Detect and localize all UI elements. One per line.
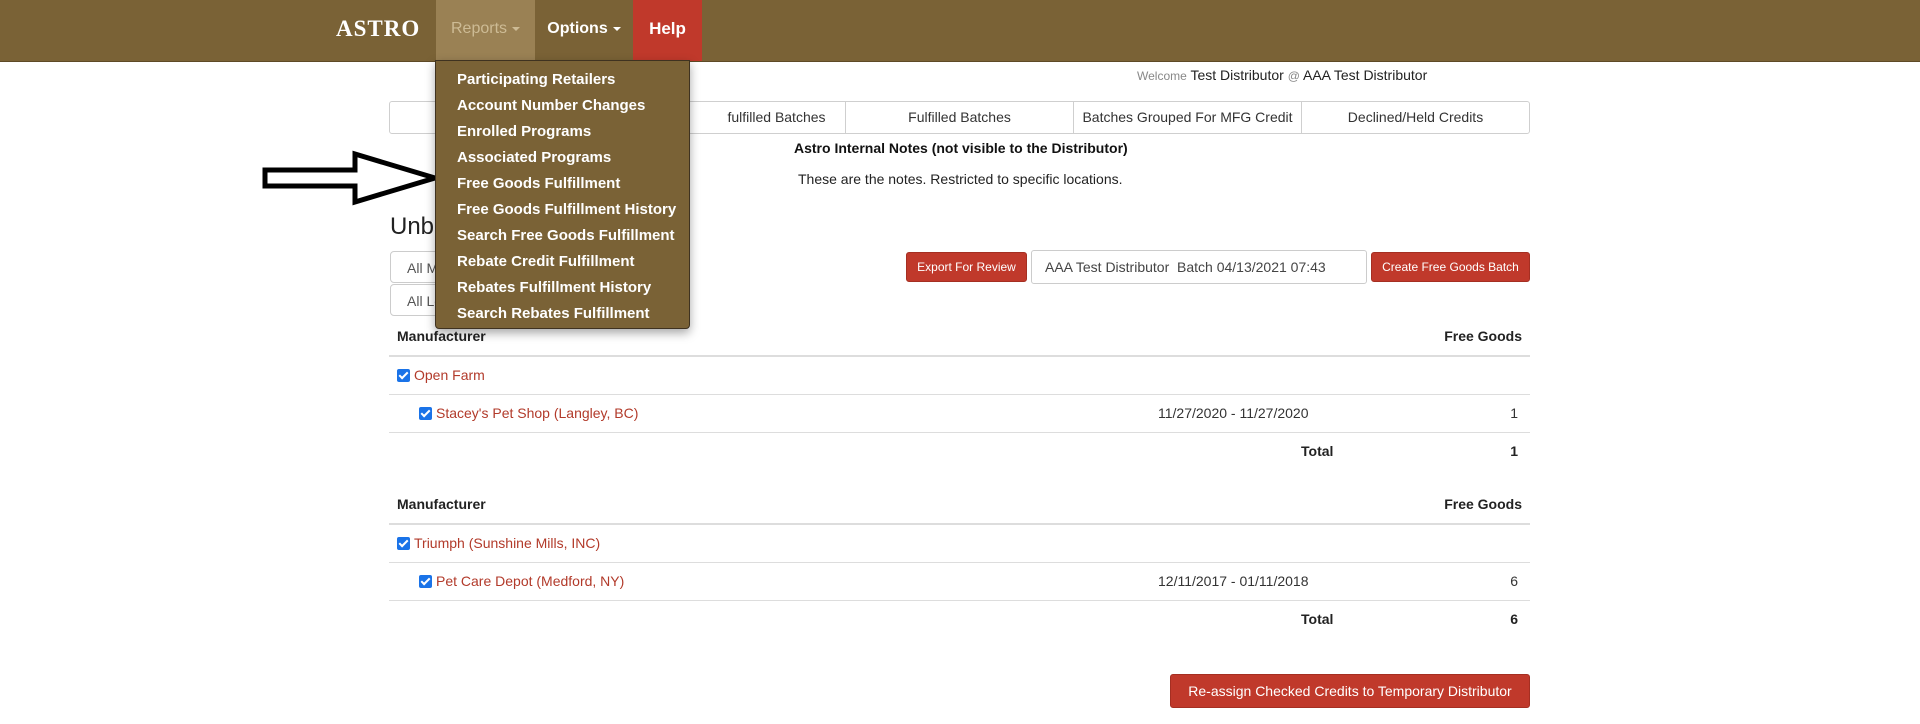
total-label: Total [1301, 611, 1334, 627]
menu-item-free-goods-fulfillment-history[interactable]: Free Goods Fulfillment History [436, 197, 689, 223]
column-header-free-goods: Free Goods [1444, 496, 1522, 512]
retailer-row: Pet Care Depot (Medford, NY) 12/11/2017 … [389, 563, 1530, 601]
menu-item-account-number-changes[interactable]: Account Number Changes [436, 93, 689, 119]
retailer-link[interactable]: Pet Care Depot (Medford, NY) [436, 573, 624, 589]
manufacturer-cell: Triumph (Sunshine Mills, INC) [397, 525, 600, 562]
menu-item-search-rebates-fulfillment[interactable]: Search Rebates Fulfillment [436, 301, 689, 327]
retailer-checkbox[interactable] [419, 574, 432, 588]
chevron-down-icon [612, 26, 621, 31]
tab-fulfilled-batches[interactable]: Fulfilled Batches [845, 101, 1074, 134]
tab-batches-grouped-for-mfg-credit[interactable]: Batches Grouped For MFG Credit [1073, 101, 1302, 134]
total-value: 6 [1510, 611, 1518, 627]
menu-item-associated-programs[interactable]: Associated Programs [436, 145, 689, 171]
retailer-cell: Stacey's Pet Shop (Langley, BC) [419, 395, 638, 432]
manufacturer-cell: Open Farm [397, 357, 485, 394]
total-row: Total 6 [389, 601, 1530, 638]
retailer-row: Stacey's Pet Shop (Langley, BC) 11/27/20… [389, 395, 1530, 433]
internal-notes-text: These are the notes. Restricted to speci… [798, 171, 1123, 187]
nav-options-label: Options [547, 20, 608, 37]
chevron-down-icon [512, 26, 521, 31]
manufacturer-checkbox[interactable] [397, 368, 410, 382]
total-value: 1 [1510, 443, 1518, 459]
top-navbar: ASTRO Reports Options Help [0, 0, 1920, 62]
welcome-user: Test Distributor [1190, 67, 1284, 83]
welcome-company: AAA Test Distributor [1303, 67, 1428, 83]
welcome-label: Welcome [1137, 69, 1187, 83]
tab-declined-held-credits[interactable]: Declined/Held Credits [1301, 101, 1530, 134]
date-range: 11/27/2020 - 11/27/2020 [1158, 405, 1309, 421]
manufacturer-link[interactable]: Open Farm [414, 367, 485, 383]
welcome-text: Welcome Test Distributor @ AAA Test Dist… [1137, 67, 1427, 83]
create-free-goods-batch-button[interactable]: Create Free Goods Batch [1371, 252, 1530, 282]
reassign-credits-button[interactable]: Re-assign Checked Credits to Temporary D… [1170, 674, 1530, 708]
manufacturer-table: Manufacturer Free Goods Open Farm Stacey… [389, 318, 1530, 470]
table-header-row: Manufacturer Free Goods [389, 486, 1530, 525]
reports-dropdown-menu: Participating Retailers Account Number C… [435, 60, 690, 329]
column-header-free-goods: Free Goods [1444, 328, 1522, 344]
menu-item-search-free-goods-fulfillment[interactable]: Search Free Goods Fulfillment [436, 223, 689, 249]
manufacturer-row: Open Farm [389, 357, 1530, 395]
retailer-link[interactable]: Stacey's Pet Shop (Langley, BC) [436, 405, 638, 421]
nav-options-menu[interactable]: Options [535, 0, 633, 61]
menu-item-enrolled-programs[interactable]: Enrolled Programs [436, 119, 689, 145]
total-label: Total [1301, 443, 1334, 459]
arrow-right-icon [262, 150, 442, 206]
welcome-at: @ [1287, 69, 1300, 83]
nav-reports-label: Reports [450, 20, 508, 37]
export-for-review-button[interactable]: Export For Review [906, 252, 1027, 282]
column-header-manufacturer: Manufacturer [397, 496, 486, 512]
menu-item-rebates-fulfillment-history[interactable]: Rebates Fulfillment History [436, 275, 689, 301]
menu-item-free-goods-fulfillment[interactable]: Free Goods Fulfillment [436, 171, 689, 197]
free-goods-count: 6 [1510, 573, 1518, 589]
retailer-cell: Pet Care Depot (Medford, NY) [419, 563, 624, 600]
date-range: 12/11/2017 - 01/11/2018 [1158, 573, 1309, 589]
manufacturer-link[interactable]: Triumph (Sunshine Mills, INC) [414, 535, 600, 551]
menu-item-participating-retailers[interactable]: Participating Retailers [436, 67, 689, 93]
retailer-checkbox[interactable] [419, 406, 432, 420]
nav-reports-menu[interactable]: Reports [436, 0, 535, 61]
brand-logo[interactable]: ASTRO [336, 16, 420, 42]
menu-item-rebate-credit-fulfillment[interactable]: Rebate Credit Fulfillment [436, 249, 689, 275]
manufacturer-checkbox[interactable] [397, 536, 410, 550]
manufacturer-table: Manufacturer Free Goods Triumph (Sunshin… [389, 486, 1530, 638]
free-goods-count: 1 [1510, 405, 1518, 421]
nav-help-button[interactable]: Help [633, 0, 702, 61]
total-row: Total 1 [389, 433, 1530, 470]
internal-notes-title: Astro Internal Notes (not visible to the… [794, 140, 1128, 156]
batch-name-input[interactable]: AAA Test Distributor Batch 04/13/2021 07… [1031, 250, 1367, 284]
manufacturer-row: Triumph (Sunshine Mills, INC) [389, 525, 1530, 563]
